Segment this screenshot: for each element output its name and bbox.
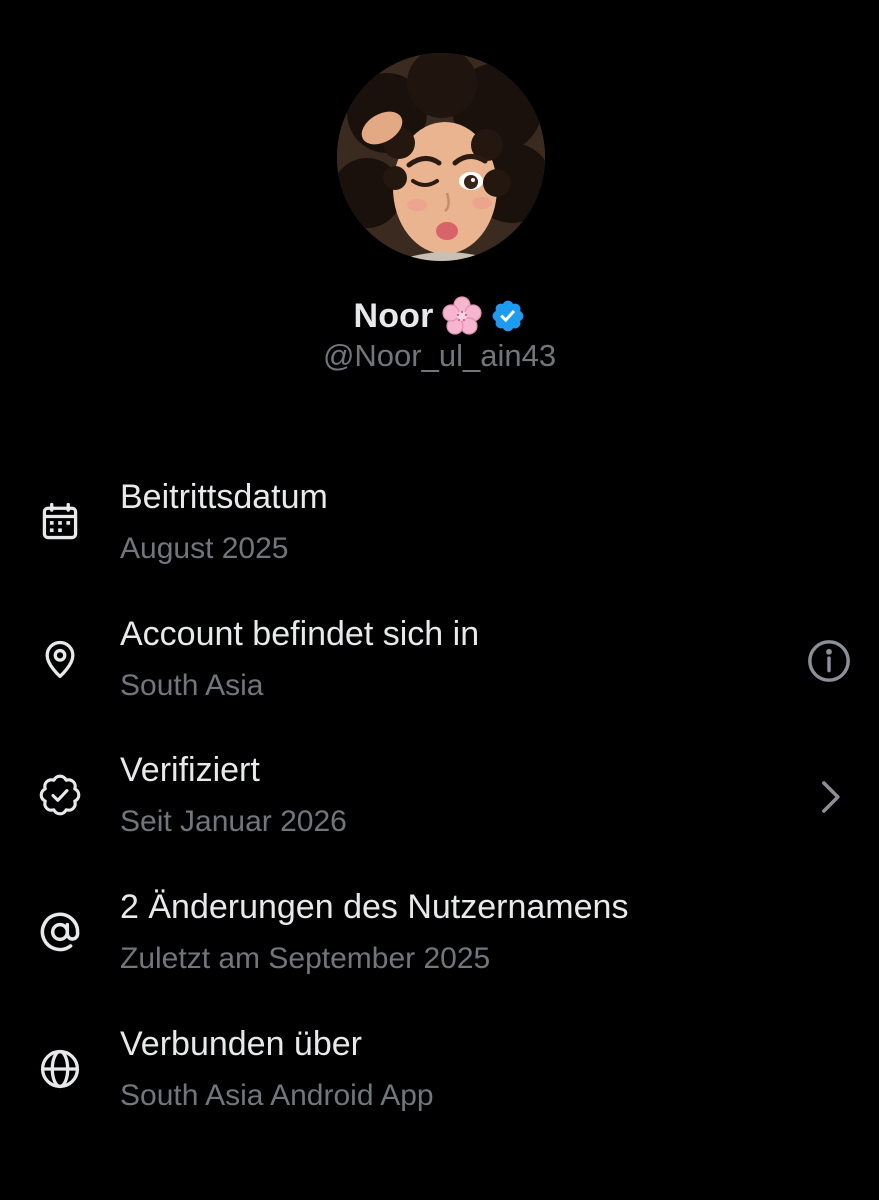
- about-row-subtitle: South Asia: [120, 669, 264, 702]
- avatar-illustration: [337, 53, 545, 261]
- about-row-title: Account befindet sich in: [120, 615, 480, 653]
- about-row-join-date: Beitrittsdatum August 2025: [0, 470, 879, 590]
- about-row-subtitle: Seit Januar 2026: [120, 805, 347, 838]
- about-row-subtitle: Zuletzt am September 2025: [120, 942, 491, 975]
- chevron-right-icon[interactable]: [810, 775, 850, 819]
- verified-badge-outline-icon: [38, 773, 82, 817]
- username-handle: @Noor_ul_ain43: [322, 338, 557, 373]
- location-pin-icon: [38, 637, 82, 681]
- globe-icon: [38, 1047, 82, 1091]
- at-sign-icon: [38, 910, 82, 954]
- about-row-account-location: Account befindet sich in South Asia: [0, 607, 879, 727]
- avatar[interactable]: [337, 53, 545, 261]
- info-icon[interactable]: [805, 637, 853, 685]
- about-row-title: Verbunden über: [120, 1025, 362, 1063]
- about-row-verified[interactable]: Verifiziert Seit Januar 2026: [0, 743, 879, 863]
- about-row-subtitle: August 2025: [120, 532, 289, 565]
- about-row-title: Verifiziert: [120, 751, 260, 789]
- about-row-title: 2 Änderungen des Nutzernamens: [120, 888, 629, 926]
- calendar-icon: [38, 500, 82, 544]
- about-row-connected-via: Verbunden über South Asia Android App: [0, 1017, 879, 1137]
- about-row-title: Beitrittsdatum: [120, 478, 328, 516]
- about-row-username-changes: 2 Änderungen des Nutzernamens Zuletzt am…: [0, 880, 879, 1000]
- cherry-blossom-icon: [441, 296, 482, 336]
- display-name: Noor: [353, 296, 434, 335]
- profile-name-row: Noor: [0, 290, 879, 342]
- about-row-subtitle: South Asia Android App: [120, 1079, 434, 1112]
- verified-badge-icon[interactable]: [490, 298, 526, 334]
